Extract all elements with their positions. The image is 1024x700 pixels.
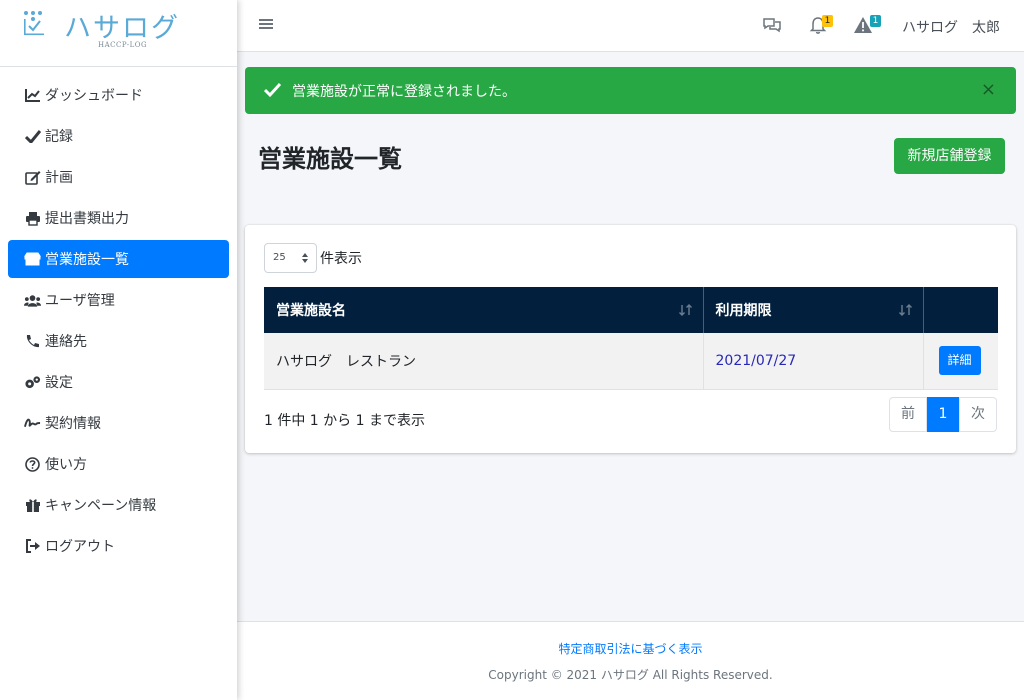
check-icon [24, 128, 41, 145]
sidebar-item-label: 使い方 [45, 457, 87, 473]
page-length-label: 件表示 [320, 251, 362, 267]
sidebar-item-label: ユーザ管理 [45, 293, 115, 309]
chat-icon[interactable] [762, 15, 782, 35]
column-header-actions [923, 287, 998, 333]
cogs-icon [24, 374, 41, 391]
store-icon [24, 251, 41, 268]
pagination: 前 1 次 [889, 397, 997, 432]
alert-badge: 1 [870, 15, 881, 27]
sidebar-item-campaign[interactable]: キャンペーン情報 [8, 486, 229, 524]
pagination-page-1[interactable]: 1 [927, 397, 959, 432]
table-row: ハサログ レストラン 2021/07/27 詳細 [264, 333, 998, 390]
sidebar-item-label: 契約情報 [45, 416, 101, 432]
sidebar-item-facilities[interactable]: 営業施設一覧 [8, 240, 229, 278]
sign-out-icon [24, 538, 41, 555]
expiry-date-cell: 2021/07/27 [703, 333, 924, 390]
edit-icon [24, 169, 41, 186]
success-alert: 営業施設が正常に登録されました。 × [245, 67, 1016, 114]
users-icon [24, 292, 41, 309]
sidebar-item-users[interactable]: ユーザ管理 [8, 281, 229, 319]
column-header-label: 利用期限 [715, 303, 772, 319]
question-circle-icon [24, 456, 41, 473]
sidebar-item-label: 設定 [45, 375, 73, 391]
facilities-table: 営業施設名 利用期限 ハサログ レストラン 2021/07/27 詳細 [264, 287, 998, 390]
column-header-label: 営業施設名 [276, 303, 346, 319]
sidebar-item-label: キャンペーン情報 [45, 498, 157, 514]
notification-badge: 1 [822, 15, 833, 27]
phone-icon [24, 333, 41, 350]
footer: 特定商取引法に基づく表示 Copyright © 2021 ハサログ All R… [237, 621, 1024, 700]
sidebar-item-how-to-use[interactable]: 使い方 [8, 445, 229, 483]
alert-message: 営業施設が正常に登録されました。 [292, 84, 516, 100]
sidebar-item-contract[interactable]: 契約情報 [8, 404, 229, 442]
page-length-select[interactable]: 25 [264, 243, 317, 273]
sort-icon [678, 304, 692, 316]
chart-line-icon [24, 87, 41, 104]
alert-close-button[interactable]: × [981, 79, 996, 100]
logo-icon [24, 11, 44, 36]
facilities-card: 25 件表示 営業施設名 利用期限 ハサログ レストラン 2021/07/27 … [245, 225, 1016, 453]
check-icon [264, 82, 281, 98]
sort-icon [898, 304, 912, 316]
sidebar-item-label: 計画 [45, 170, 73, 186]
brand-subtitle: HACCP-LOG [98, 41, 148, 49]
sidebar-item-logout[interactable]: ログアウト [8, 527, 229, 565]
sidebar-item-contacts[interactable]: 連絡先 [8, 322, 229, 360]
sidebar-item-label: 提出書類出力 [45, 211, 129, 227]
pagination-next[interactable]: 次 [959, 397, 997, 432]
sidebar-item-label: ダッシュボード [45, 88, 143, 104]
sidebar-item-label: ログアウト [45, 539, 115, 555]
sidebar-item-label: 記録 [45, 129, 73, 145]
brand-name: ハサログ [64, 13, 180, 44]
facility-name-cell: ハサログ レストラン [264, 333, 704, 390]
signature-icon [24, 415, 41, 432]
user-menu[interactable]: ハサログ 太郎 [902, 17, 1000, 37]
sidebar-item-label: 連絡先 [45, 334, 87, 350]
topbar: 1 1 ハサログ 太郎 [237, 0, 1024, 52]
commercial-law-link[interactable]: 特定商取引法に基づく表示 [237, 640, 1024, 657]
table-info: 1 件中 1 から 1 まで表示 [264, 413, 425, 429]
detail-button[interactable]: 詳細 [938, 346, 981, 376]
page-length-value: 25 [273, 252, 286, 263]
sidebar-item-settings[interactable]: 設定 [8, 363, 229, 401]
column-header-facility-name[interactable]: 営業施設名 [264, 287, 704, 333]
gift-icon [24, 497, 41, 514]
brand[interactable]: ハサログ HACCP-LOG [0, 0, 237, 67]
hamburger-menu-icon[interactable] [259, 17, 273, 31]
sidebar-item-dashboard[interactable]: ダッシュボード [8, 76, 229, 114]
sidebar: ハサログ HACCP-LOG ダッシュボード 記録 計画 提出書類出力 営業施設… [0, 0, 237, 700]
pagination-prev[interactable]: 前 [889, 397, 927, 432]
sidebar-item-documents-output[interactable]: 提出書類出力 [8, 199, 229, 237]
sidebar-nav: ダッシュボード 記録 計画 提出書類出力 営業施設一覧 ユーザ管理 連絡先 設定… [0, 67, 237, 565]
page-title: 営業施設一覧 [258, 145, 402, 173]
sidebar-item-label: 営業施設一覧 [45, 252, 129, 268]
print-icon [24, 210, 41, 227]
column-header-expiry[interactable]: 利用期限 [703, 287, 924, 333]
select-arrows-icon [302, 253, 308, 263]
new-store-button[interactable]: 新規店舗登録 [894, 138, 1005, 174]
actions-cell: 詳細 [923, 333, 998, 390]
sidebar-item-records[interactable]: 記録 [8, 117, 229, 155]
copyright: Copyright © 2021 ハサログ All Rights Reserve… [488, 668, 773, 682]
sidebar-item-plan[interactable]: 計画 [8, 158, 229, 196]
